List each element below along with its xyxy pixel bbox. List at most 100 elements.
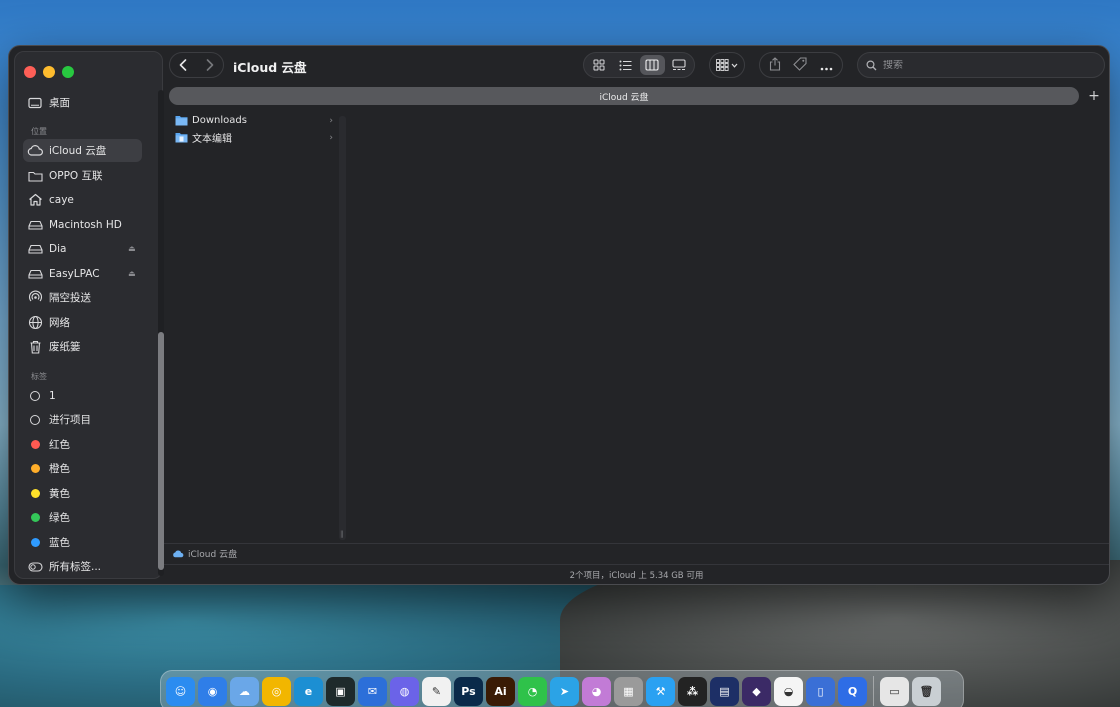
terminal-icon[interactable]: ▣ [326, 676, 355, 706]
calculator-icon[interactable]: ▦ [614, 676, 643, 706]
sidebar-item-label: 绿色 [49, 512, 70, 524]
sidebar-tag-1[interactable]: 1 [23, 384, 142, 407]
tag-ring-icon [30, 390, 40, 401]
list-item[interactable]: Downloads › [169, 112, 339, 129]
sidebar-item-dia[interactable]: Dia ⏏ [23, 237, 142, 260]
sidebar-item-label: 黄色 [49, 488, 70, 500]
sidebar-tag-blue[interactable]: 蓝色 [23, 531, 142, 554]
illustrator-icon[interactable]: Ai [486, 676, 515, 706]
eject-icon[interactable]: ⏏ [128, 244, 138, 254]
sidebar-tag-green[interactable]: 绿色 [23, 506, 142, 529]
qq-icon[interactable]: ◒ [774, 676, 803, 706]
sidebar-item-label: 桌面 [49, 97, 70, 109]
finder-window-icon[interactable]: ▤ [710, 676, 739, 706]
path-bar-label[interactable]: iCloud 云盘 [188, 547, 237, 560]
q-app-icon[interactable]: Q [838, 676, 867, 706]
archive-icon[interactable]: ▭ [880, 676, 909, 706]
disk-icon [27, 217, 43, 233]
sidebar-item-label: 1 [49, 389, 56, 402]
eject-icon[interactable]: ⏏ [128, 269, 138, 279]
traffic-lights [24, 66, 74, 78]
weather-icon[interactable]: ☁ [230, 676, 259, 706]
sidebar-item-network[interactable]: 网络 [23, 311, 142, 334]
sidebar-section-tags: 标签 [31, 372, 47, 381]
sidebar-tag-yellow[interactable]: 黄色 [23, 482, 142, 505]
icloud-icon [27, 143, 43, 159]
column-view-button[interactable] [640, 55, 665, 75]
dock: ☺ ◉ ☁ ◎ e ▣ ✉ ◍ ✎ Ps Ai ◔ ➤ ◕ ▦ ⚒ ⁂ ▤ ◆ ◒ ▯ Q ▭ 🗑 [160, 670, 964, 707]
minimize-window-button[interactable] [43, 66, 55, 78]
search-input[interactable] [883, 59, 1083, 71]
gallery-view-button[interactable] [667, 55, 692, 75]
forward-button[interactable] [197, 52, 224, 78]
tag-green-dot-icon [30, 513, 40, 522]
messenger-icon[interactable]: ◍ [390, 676, 419, 706]
wechat-icon[interactable]: ◔ [518, 676, 547, 706]
sidebar-item-desktop[interactable]: 桌面 [23, 91, 142, 114]
sidebar-tag-in-progress[interactable]: 进行项目 [23, 408, 142, 431]
navigation-buttons [169, 52, 224, 78]
trash-icon [27, 339, 43, 355]
list-view-button[interactable] [614, 55, 639, 75]
icloud-icon [173, 549, 184, 557]
edge-icon[interactable]: e [294, 676, 323, 706]
sidebar-item-oppo[interactable]: OPPO 互联 [23, 164, 142, 187]
pen-icon[interactable]: ✎ [422, 676, 451, 706]
tag-blue-dot-icon [30, 538, 40, 547]
tab-icloud-drive[interactable]: iCloud 云盘 [169, 87, 1079, 105]
finder-icon[interactable]: ☺ [166, 676, 195, 706]
sidebar-scrollbar-thumb[interactable] [158, 332, 164, 570]
share-icon [770, 56, 781, 71]
more-button[interactable] [820, 56, 833, 75]
add-tab-button[interactable]: + [1085, 87, 1103, 105]
preview-icon[interactable]: ▯ [806, 676, 835, 706]
chrome-icon[interactable]: ◎ [262, 676, 291, 706]
telegram-icon[interactable]: ➤ [550, 676, 579, 706]
xcode-icon[interactable]: ⚒ [646, 676, 675, 706]
sidebar-item-icloud[interactable]: iCloud 云盘 [23, 139, 142, 162]
sidebar-item-label: iCloud 云盘 [49, 145, 107, 157]
mail-icon[interactable]: ✉ [358, 676, 387, 706]
column-resize-handle[interactable] [339, 116, 346, 540]
sidebar-tag-orange[interactable]: 橙色 [23, 457, 142, 480]
close-window-button[interactable] [24, 66, 36, 78]
icon-view-button[interactable] [587, 55, 612, 75]
cat-app-icon[interactable]: ◕ [582, 676, 611, 706]
list-item[interactable]: 文本编辑 › [169, 129, 339, 146]
file-name: Downloads [192, 115, 247, 126]
sidebar-item-label: 隔空投送 [49, 292, 91, 304]
search-field[interactable] [857, 52, 1105, 78]
chevron-down-icon [731, 63, 738, 68]
sidebar-item-home[interactable]: caye [23, 188, 142, 211]
sidebar-tag-all[interactable]: 所有标签... [23, 555, 142, 578]
sidebar-item-easylpac[interactable]: EasyLPAC ⏏ [23, 262, 142, 285]
group-by-button[interactable] [709, 52, 745, 78]
toolbar: iCloud 云盘 [169, 52, 1109, 82]
sidebar-item-label: 所有标签... [49, 561, 102, 573]
zoom-window-button[interactable] [62, 66, 74, 78]
list-icon [619, 60, 632, 70]
network-icon [27, 315, 43, 331]
search-icon [866, 59, 877, 70]
obsidian-icon[interactable]: ◆ [742, 676, 771, 706]
sidebar-item-airdrop[interactable]: 隔空投送 [23, 286, 142, 309]
tag-button[interactable] [793, 56, 808, 75]
column-grip-icon[interactable]: ‖ [340, 530, 344, 538]
trash-dock-icon[interactable]: 🗑 [912, 676, 941, 706]
home-icon [27, 192, 43, 208]
sidebar-scrollbar[interactable] [158, 90, 164, 576]
tag-orange-dot-icon [30, 464, 40, 473]
sidebar-item-label: 红色 [49, 439, 70, 451]
photoshop-icon[interactable]: Ps [454, 676, 483, 706]
launchpad-icon[interactable]: ⁂ [678, 676, 707, 706]
back-button[interactable] [170, 52, 197, 78]
gallery-icon [672, 59, 686, 70]
safari-icon[interactable]: ◉ [198, 676, 227, 706]
ellipsis-icon [820, 67, 833, 70]
tag-icon [793, 56, 808, 71]
share-button[interactable] [769, 56, 781, 75]
sidebar-item-label: 橙色 [49, 463, 70, 475]
sidebar-tag-red[interactable]: 红色 [23, 433, 142, 456]
sidebar-item-macintosh-hd[interactable]: Macintosh HD [23, 213, 142, 236]
sidebar-item-trash[interactable]: 废纸篓 [23, 335, 142, 358]
